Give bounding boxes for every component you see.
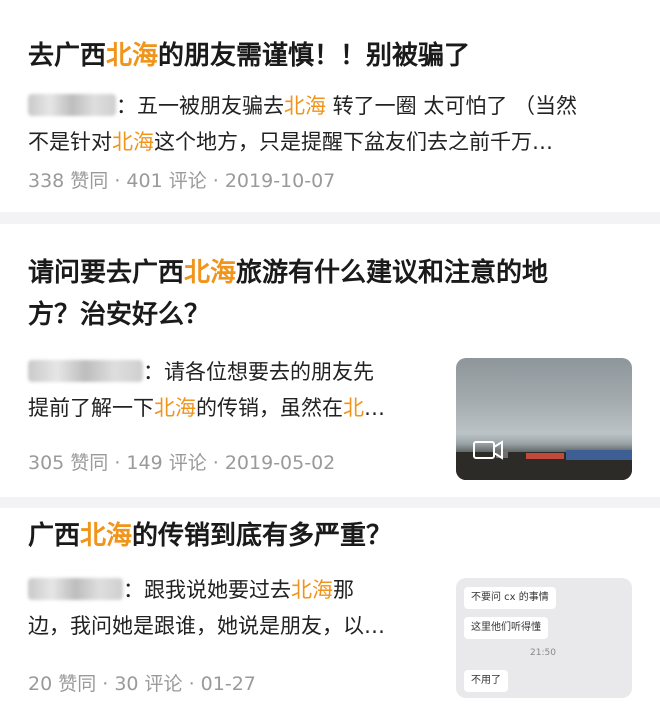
blurred-username [28,94,116,116]
card-meta: 20 赞同 · 30 评论 · 01-27 [28,673,256,695]
chat-message: 这里他们听得懂 [464,617,548,639]
answer-snippet[interactable]: ：五一被朋友骗去北海 转了一圈 太可怕了 （当然 不是针对北海这个地方，只是提醒… [28,88,638,160]
answer-card-2[interactable]: 请问要去广西北海旅游有什么建议和注意的地 方？治安好么？ ：请各位想要去的朋友先… [0,224,660,497]
chat-screenshot-thumbnail[interactable]: 不要问 cx 的事情 这里他们听得懂 21:50 不用了 [456,578,632,698]
keyword-highlight: 北海 [184,258,237,288]
chat-timestamp: 21:50 [530,648,556,658]
chat-message: 不要问 cx 的事情 [464,587,556,609]
chat-message: 不用了 [464,670,508,692]
answer-card-3[interactable]: 广西北海的传销到底有多严重？ ：跟我说她要过去北海那 边，我问她是跟谁，她说是朋… [0,508,660,728]
blurred-username [28,360,143,382]
answer-snippet[interactable]: ：请各位想要去的朋友先 提前了解一下北海的传销，虽然在北… [28,354,448,426]
answer-card-1[interactable]: 去广西北海的朋友需谨慎！！别被骗了 ：五一被朋友骗去北海 转了一圈 太可怕了 （… [0,0,660,212]
answer-snippet[interactable]: ：跟我说她要过去北海那 边，我问她是跟谁，她说是朋友，以… [28,572,448,644]
card-meta: 305 赞同 · 149 评论 · 2019-05-02 [28,452,336,474]
card-title[interactable]: 广西北海的传销到底有多严重？ [28,515,392,557]
keyword-highlight: 北海 [106,41,159,71]
card-title[interactable]: 请问要去广西北海旅游有什么建议和注意的地 方？治安好么？ [28,252,638,336]
card-title[interactable]: 去广西北海的朋友需谨慎！！别被骗了 [28,35,470,77]
blurred-username [28,578,123,600]
video-thumbnail[interactable] [456,358,632,480]
keyword-highlight: 北海 [80,521,133,551]
card-meta: 338 赞同 · 401 评论 · 2019-10-07 [28,170,336,192]
